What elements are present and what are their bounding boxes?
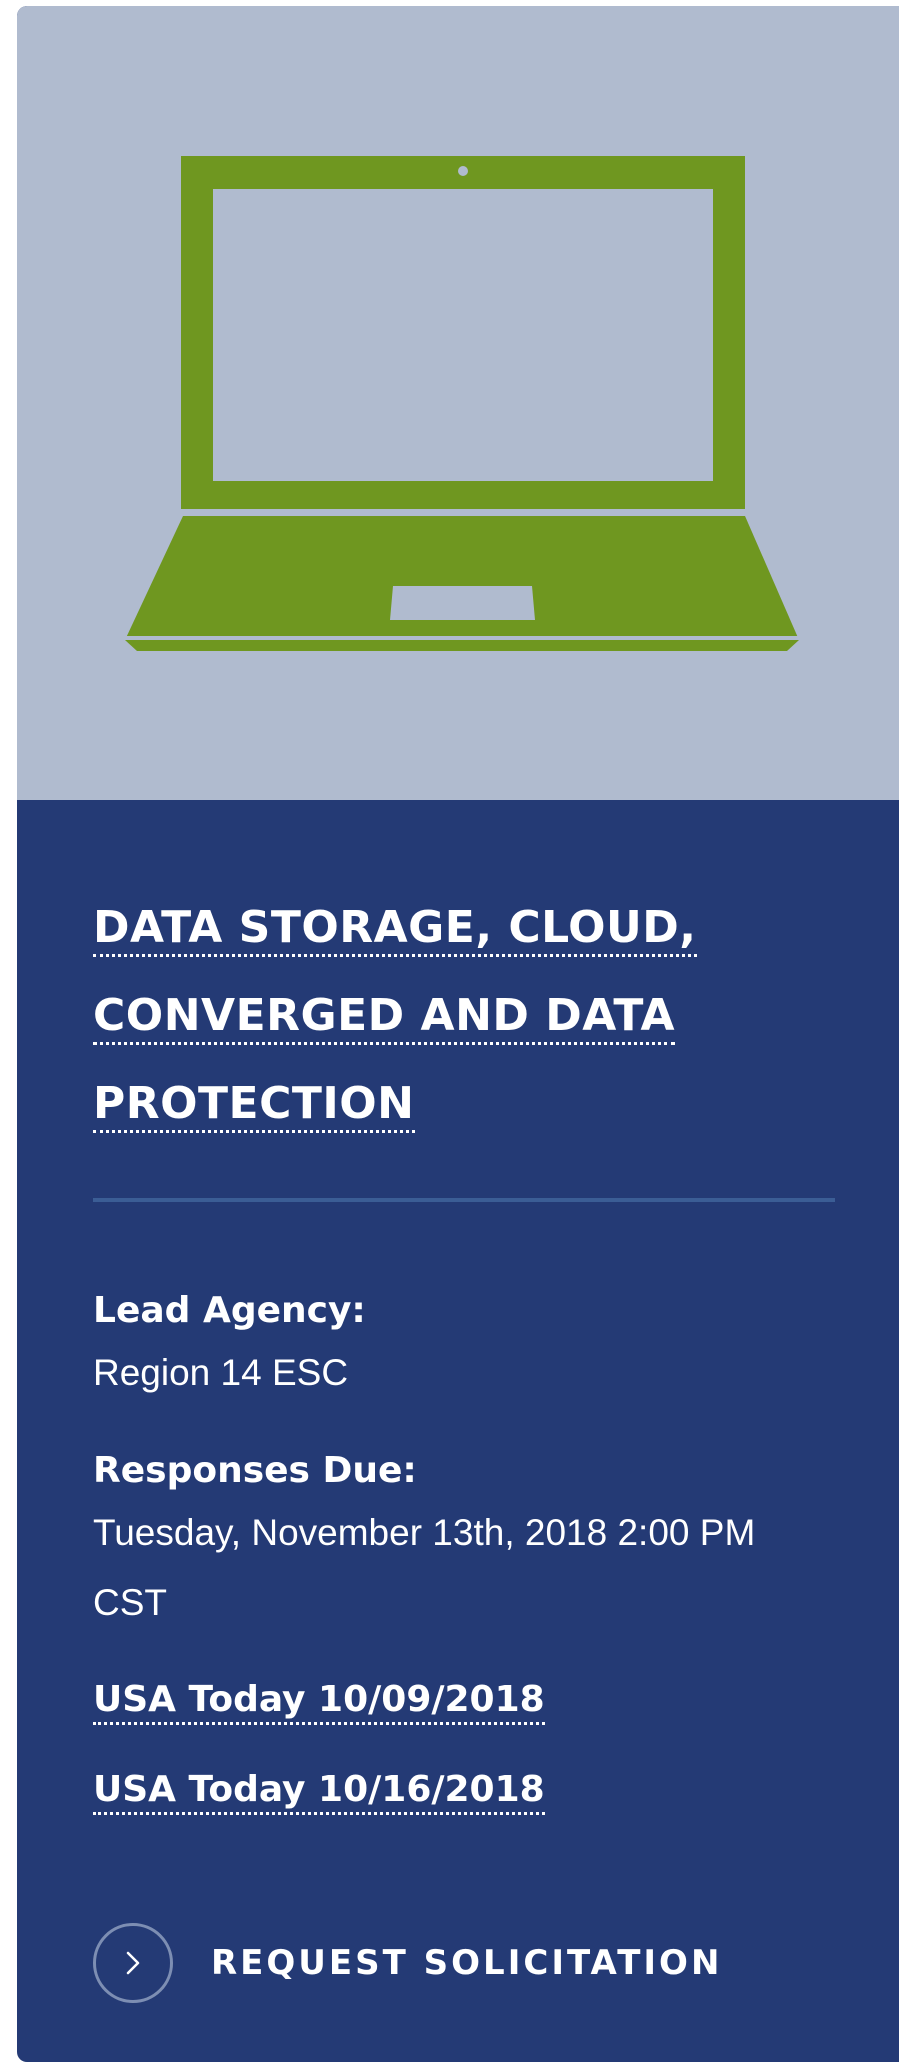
- title-link-line-1[interactable]: DATA STORAGE, CLOUD,: [93, 902, 697, 957]
- section-divider: [93, 1198, 835, 1202]
- title-link-line-2[interactable]: CONVERGED AND DATA: [93, 990, 676, 1045]
- document-link-1[interactable]: USA Today 10/09/2018: [93, 1678, 545, 1725]
- solicitation-title: DATA STORAGE, CLOUD, CONVERGED AND DATA …: [93, 884, 743, 1148]
- laptop-icon: [125, 156, 799, 651]
- chevron-right-icon: [126, 1951, 140, 1975]
- responses-due-label: Responses Due:: [93, 1450, 417, 1491]
- lead-agency-value: Region 14 ESC: [93, 1352, 349, 1393]
- card-hero: [17, 6, 899, 800]
- request-solicitation-label: REQUEST SOLICITATION: [211, 1943, 723, 1983]
- title-link-line-3[interactable]: PROTECTION: [93, 1078, 415, 1133]
- request-solicitation-button[interactable]: REQUEST SOLICITATION: [93, 1920, 722, 2006]
- solicitation-card: DATA STORAGE, CLOUD, CONVERGED AND DATA …: [17, 6, 899, 2062]
- document-link-2[interactable]: USA Today 10/16/2018: [93, 1768, 545, 1815]
- lead-agency-label: Lead Agency:: [93, 1290, 366, 1331]
- responses-due-value: Tuesday, November 13th, 2018 2:00 PM CST: [93, 1512, 756, 1623]
- cta-circle: [93, 1923, 173, 2003]
